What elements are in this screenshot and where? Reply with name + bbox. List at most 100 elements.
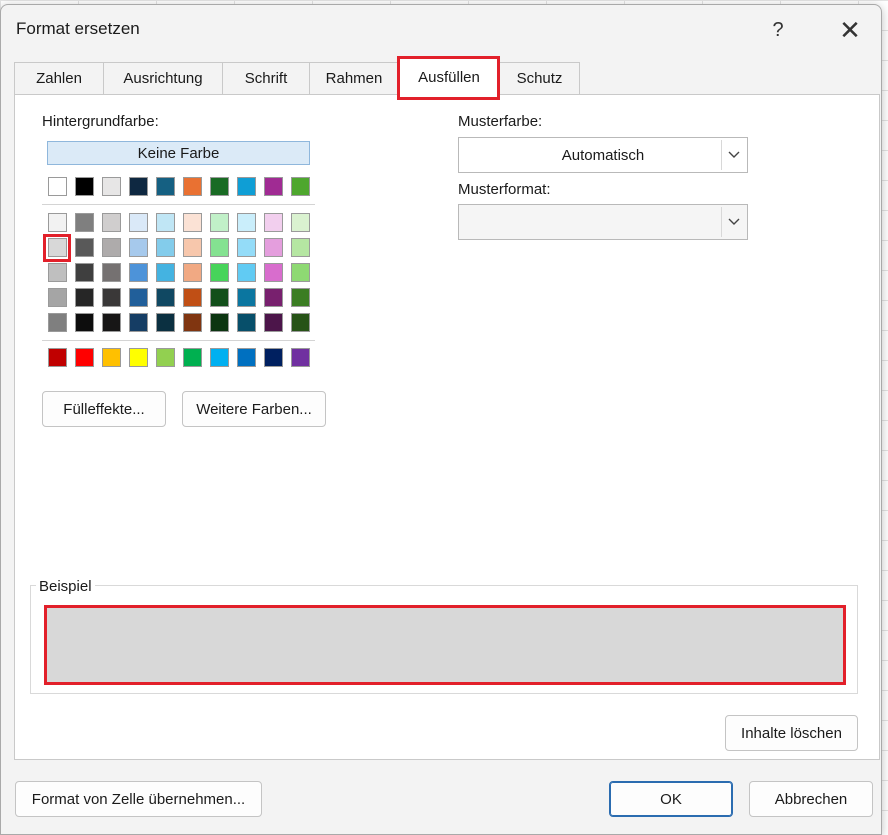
- color-swatch-shade2-4[interactable]: [156, 238, 175, 257]
- color-swatch-shade1-1[interactable]: [75, 213, 94, 232]
- pattern-color-label: Musterfarbe:: [458, 113, 543, 130]
- color-swatch-theme-8[interactable]: [264, 177, 283, 196]
- no-color-button[interactable]: Keine Farbe: [47, 141, 310, 165]
- color-swatch-theme-6[interactable]: [210, 177, 229, 196]
- sample-label: Beispiel: [36, 578, 95, 595]
- chevron-down-icon[interactable]: [721, 140, 745, 170]
- color-swatch-shade5-6[interactable]: [210, 313, 229, 332]
- pattern-style-label: Musterformat:: [458, 181, 551, 198]
- color-swatch-shade3-3[interactable]: [129, 263, 148, 282]
- color-swatch-standard-1[interactable]: [75, 348, 94, 367]
- color-swatch-shade1-4[interactable]: [156, 213, 175, 232]
- color-swatch-shade1-5[interactable]: [183, 213, 202, 232]
- pattern-style-dropdown[interactable]: [458, 204, 748, 240]
- color-swatch-theme-4[interactable]: [156, 177, 175, 196]
- color-swatch-standard-9[interactable]: [291, 348, 310, 367]
- color-swatch-standard-3[interactable]: [129, 348, 148, 367]
- chevron-down-icon[interactable]: [721, 207, 745, 237]
- color-swatch-theme-2[interactable]: [102, 177, 121, 196]
- color-swatch-shade5-1[interactable]: [75, 313, 94, 332]
- palette-divider: [42, 204, 315, 205]
- color-swatch-standard-0[interactable]: [48, 348, 67, 367]
- color-swatch-shade4-7[interactable]: [237, 288, 256, 307]
- color-swatch-standard-6[interactable]: [210, 348, 229, 367]
- color-swatch-shade3-6[interactable]: [210, 263, 229, 282]
- color-swatch-shade3-0[interactable]: [48, 263, 67, 282]
- color-swatch-shade3-5[interactable]: [183, 263, 202, 282]
- pattern-color-value: Automatisch: [561, 146, 645, 164]
- palette-divider: [42, 340, 315, 341]
- color-swatch-shade4-9[interactable]: [291, 288, 310, 307]
- color-swatch-shade3-4[interactable]: [156, 263, 175, 282]
- color-swatch-shade2-3[interactable]: [129, 238, 148, 257]
- color-swatch-theme-7[interactable]: [237, 177, 256, 196]
- tab-zahlen[interactable]: Zahlen: [14, 62, 104, 94]
- color-swatch-shade3-2[interactable]: [102, 263, 121, 282]
- color-swatch-shade1-7[interactable]: [237, 213, 256, 232]
- color-swatch-shade5-3[interactable]: [129, 313, 148, 332]
- color-swatch-shade4-8[interactable]: [264, 288, 283, 307]
- tab-bar: Zahlen Ausrichtung Schrift Rahmen Ausfül…: [14, 58, 880, 95]
- color-swatch-shade1-9[interactable]: [291, 213, 310, 232]
- color-swatch-shade2-9[interactable]: [291, 238, 310, 257]
- color-swatch-shade4-1[interactable]: [75, 288, 94, 307]
- color-swatch-shade1-8[interactable]: [264, 213, 283, 232]
- color-swatch-standard-4[interactable]: [156, 348, 175, 367]
- color-swatch-shade5-9[interactable]: [291, 313, 310, 332]
- color-swatch-shade2-7[interactable]: [237, 238, 256, 257]
- color-swatch-shade4-5[interactable]: [183, 288, 202, 307]
- color-swatch-theme-1[interactable]: [75, 177, 94, 196]
- color-swatch-shade2-1[interactable]: [75, 238, 94, 257]
- color-swatch-theme-3[interactable]: [129, 177, 148, 196]
- dialog-title: Format ersetzen: [16, 19, 140, 38]
- color-swatch-standard-5[interactable]: [183, 348, 202, 367]
- pattern-color-dropdown[interactable]: Automatisch: [458, 137, 748, 173]
- close-icon: ✕: [839, 14, 861, 45]
- clear-button[interactable]: Inhalte löschen: [725, 715, 858, 751]
- tab-schutz[interactable]: Schutz: [499, 62, 580, 94]
- color-swatch-shade1-3[interactable]: [129, 213, 148, 232]
- color-swatch-shade3-9[interactable]: [291, 263, 310, 282]
- tab-rahmen[interactable]: Rahmen: [309, 62, 399, 94]
- color-swatch-shade4-0[interactable]: [48, 288, 67, 307]
- color-swatch-shade1-6[interactable]: [210, 213, 229, 232]
- color-swatch-shade1-2[interactable]: [102, 213, 121, 232]
- color-swatch-theme-0[interactable]: [48, 177, 67, 196]
- color-swatch-shade2-0[interactable]: [48, 238, 67, 257]
- tab-ausrichtung[interactable]: Ausrichtung: [103, 62, 223, 94]
- tab-ausfuellen[interactable]: Ausfüllen: [398, 58, 500, 95]
- color-swatch-shade3-1[interactable]: [75, 263, 94, 282]
- color-swatch-standard-2[interactable]: [102, 348, 121, 367]
- color-swatch-shade4-2[interactable]: [102, 288, 121, 307]
- color-swatch-shade4-3[interactable]: [129, 288, 148, 307]
- color-swatch-shade2-5[interactable]: [183, 238, 202, 257]
- ok-button[interactable]: OK: [609, 781, 733, 817]
- color-swatch-shade1-0[interactable]: [48, 213, 67, 232]
- sample-preview: [47, 608, 843, 682]
- color-swatch-shade3-8[interactable]: [264, 263, 283, 282]
- color-swatch-shade4-4[interactable]: [156, 288, 175, 307]
- close-button[interactable]: ✕: [835, 15, 865, 45]
- color-swatch-shade5-5[interactable]: [183, 313, 202, 332]
- background-color-label: Hintergrundfarbe:: [42, 113, 159, 130]
- color-swatch-shade2-2[interactable]: [102, 238, 121, 257]
- color-swatch-standard-7[interactable]: [237, 348, 256, 367]
- color-swatch-theme-9[interactable]: [291, 177, 310, 196]
- color-swatch-shade5-8[interactable]: [264, 313, 283, 332]
- color-swatch-shade2-6[interactable]: [210, 238, 229, 257]
- help-button[interactable]: ?: [763, 15, 793, 45]
- tab-schrift[interactable]: Schrift: [222, 62, 310, 94]
- color-swatch-shade5-4[interactable]: [156, 313, 175, 332]
- color-swatch-shade5-0[interactable]: [48, 313, 67, 332]
- color-swatch-shade4-6[interactable]: [210, 288, 229, 307]
- color-swatch-theme-5[interactable]: [183, 177, 202, 196]
- color-swatch-shade3-7[interactable]: [237, 263, 256, 282]
- fill-effects-button[interactable]: Fülleffekte...: [42, 391, 166, 427]
- pick-format-from-cell-button[interactable]: Format von Zelle übernehmen...: [15, 781, 262, 817]
- color-swatch-shade5-2[interactable]: [102, 313, 121, 332]
- color-swatch-standard-8[interactable]: [264, 348, 283, 367]
- color-swatch-shade5-7[interactable]: [237, 313, 256, 332]
- color-swatch-shade2-8[interactable]: [264, 238, 283, 257]
- cancel-button[interactable]: Abbrechen: [749, 781, 873, 817]
- more-colors-button[interactable]: Weitere Farben...: [182, 391, 326, 427]
